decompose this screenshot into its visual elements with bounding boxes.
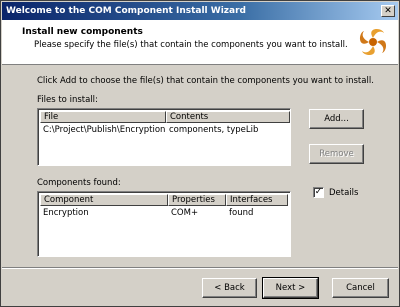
window-title: Welcome to the COM Component Install Wiz…: [6, 6, 246, 16]
remove-button[interactable]: Remove: [309, 144, 364, 164]
close-button[interactable]: ✕: [381, 5, 395, 17]
file-contents-cell: components, typeLib: [169, 125, 259, 135]
com-wizard-swirl-icon: [359, 28, 387, 56]
next-button[interactable]: Next >: [262, 277, 319, 299]
files-list-header: File Contents: [40, 111, 290, 123]
add-button[interactable]: Add...: [309, 109, 364, 129]
back-button[interactable]: < Back: [202, 278, 257, 298]
component-properties-cell: COM+: [171, 208, 199, 218]
wizard-window: Welcome to the COM Component Install Wiz…: [0, 0, 400, 307]
column-header-component[interactable]: Component: [40, 194, 168, 206]
header-title: Install new components: [22, 27, 143, 37]
components-list-header: Component Properties Interfaces: [40, 194, 288, 206]
footer-divider: [2, 267, 398, 269]
header-subtitle: Please specify the file(s) that contain …: [34, 40, 348, 50]
file-path-cell: C:\Project\Publish\Encryption...: [43, 125, 166, 135]
title-bar: Welcome to the COM Component Install Wiz…: [2, 2, 398, 20]
instruction-text: Click Add to choose the file(s) that con…: [37, 76, 374, 86]
details-label[interactable]: Details: [329, 188, 358, 198]
file-row[interactable]: C:\Project\Publish\Encryption... compone…: [40, 124, 290, 136]
component-name-cell: Encryption: [43, 208, 89, 218]
details-checkbox[interactable]: ✓: [313, 187, 324, 198]
files-list[interactable]: File Contents C:\Project\Publish\Encrypt…: [37, 108, 291, 166]
files-label: Files to install:: [37, 95, 98, 105]
column-header-contents[interactable]: Contents: [166, 111, 290, 123]
column-header-file[interactable]: File: [40, 111, 166, 123]
wizard-header: Install new components Please specify th…: [2, 20, 398, 65]
component-row[interactable]: Encryption COM+ found: [40, 207, 288, 219]
component-interfaces-cell: found: [229, 208, 254, 218]
column-header-interfaces[interactable]: Interfaces: [226, 194, 288, 206]
column-header-properties[interactable]: Properties: [168, 194, 226, 206]
components-list[interactable]: Component Properties Interfaces Encrypti…: [37, 191, 291, 257]
components-label: Components found:: [37, 178, 121, 188]
cancel-button[interactable]: Cancel: [332, 278, 389, 298]
